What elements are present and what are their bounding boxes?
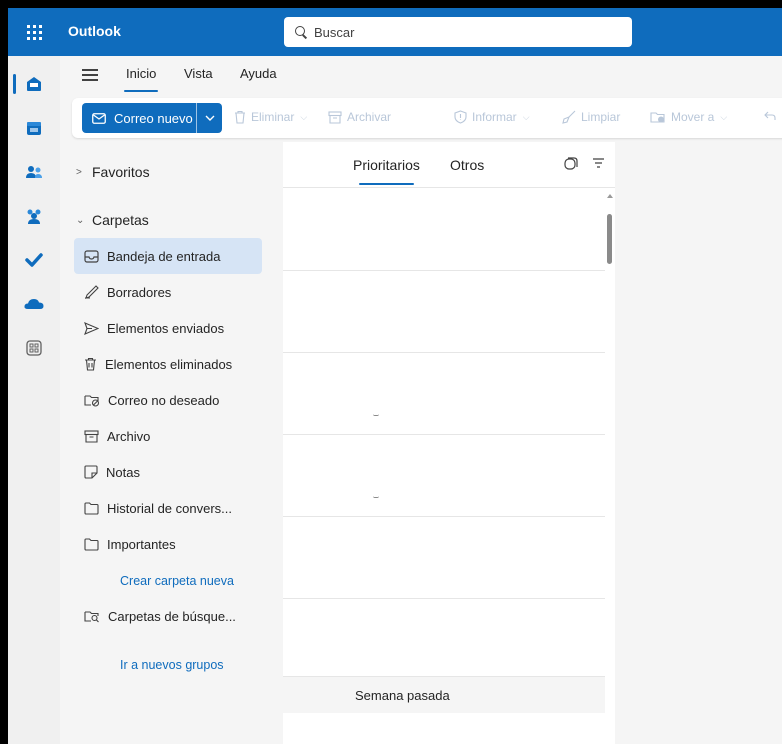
rail-people[interactable] bbox=[8, 152, 60, 192]
app-launcher-button[interactable] bbox=[8, 8, 60, 56]
outlook-window: Outlook Buscar Inicio Vista Ayuda Correo… bbox=[8, 8, 782, 744]
tab-otros[interactable]: Otros bbox=[450, 157, 484, 173]
delete-button[interactable]: Eliminar ⌵ bbox=[234, 110, 307, 124]
trash-icon bbox=[235, 110, 245, 124]
folder-search-folders[interactable]: Carpetas de búsque... bbox=[74, 598, 262, 634]
app-rail bbox=[8, 56, 60, 744]
chevron-down-icon: ⌵ bbox=[720, 111, 728, 122]
filter-icon[interactable] bbox=[592, 157, 605, 169]
onedrive-icon bbox=[24, 299, 44, 309]
list-item[interactable] bbox=[283, 713, 605, 744]
rail-onedrive[interactable] bbox=[8, 284, 60, 324]
list-item[interactable] bbox=[283, 600, 605, 677]
app-title[interactable]: Outlook bbox=[68, 23, 121, 39]
reading-pane bbox=[615, 142, 782, 744]
new-mail-main[interactable]: Correo nuevo bbox=[82, 103, 196, 133]
archive-icon bbox=[84, 429, 99, 443]
search-box[interactable] bbox=[284, 17, 632, 47]
message-list-header: Prioritarios Otros bbox=[283, 142, 615, 188]
folder-importantes[interactable]: Importantes bbox=[74, 526, 262, 562]
hamburger-icon[interactable] bbox=[82, 69, 98, 81]
rail-more-apps[interactable] bbox=[8, 328, 60, 368]
mail-icon bbox=[27, 77, 41, 91]
list-item[interactable] bbox=[283, 436, 605, 517]
archive-button[interactable]: Archivar bbox=[328, 110, 391, 124]
sweep-button[interactable]: Limpiar bbox=[562, 110, 620, 124]
notes-icon bbox=[84, 465, 98, 479]
new-mail-dropdown[interactable] bbox=[196, 103, 222, 133]
folder-conversation-history[interactable]: Historial de convers... bbox=[74, 490, 262, 526]
list-item[interactable] bbox=[283, 190, 605, 271]
folder-pane: > Favoritos ⌄ Carpetas Bandeja de entrad… bbox=[60, 142, 282, 744]
undo-icon bbox=[764, 111, 776, 120]
chevron-right-icon: > bbox=[76, 166, 82, 178]
shield-icon bbox=[454, 110, 467, 124]
folder-notes[interactable]: Notas bbox=[74, 454, 262, 490]
create-folder-link[interactable]: Crear carpeta nueva bbox=[120, 574, 234, 588]
trash-icon bbox=[85, 357, 96, 371]
inbox-icon bbox=[84, 249, 99, 263]
move-button[interactable]: Mover a ⌵ bbox=[650, 110, 727, 124]
favorites-group[interactable]: > Favoritos bbox=[76, 164, 150, 180]
calendar-icon bbox=[27, 122, 41, 135]
header-bar: Outlook bbox=[8, 8, 782, 56]
broom-icon bbox=[562, 110, 576, 124]
drafts-icon bbox=[85, 285, 99, 299]
search-icon bbox=[294, 25, 308, 39]
todo-icon bbox=[25, 253, 43, 267]
search-folder-icon bbox=[84, 610, 99, 622]
tab-inicio[interactable]: Inicio bbox=[123, 66, 159, 92]
ribbon-toolbar: Correo nuevo Eliminar ⌵ Archivar Informa… bbox=[60, 94, 782, 142]
rail-calendar[interactable] bbox=[8, 108, 60, 148]
report-button[interactable]: Informar ⌵ bbox=[454, 110, 530, 124]
folder-archive[interactable]: Archivo bbox=[74, 418, 262, 454]
ribbon-tabs: Inicio Vista Ayuda bbox=[60, 56, 782, 94]
scroll-thumb[interactable] bbox=[607, 214, 612, 264]
junk-icon bbox=[84, 394, 100, 407]
list-item[interactable] bbox=[283, 518, 605, 599]
new-groups-link[interactable]: Ir a nuevos grupos bbox=[120, 658, 224, 672]
scroll-up-icon[interactable] bbox=[607, 194, 613, 198]
chevron-down-icon bbox=[205, 115, 214, 121]
chevron-down-icon: ⌵ bbox=[300, 111, 308, 122]
tab-prioritarios[interactable]: Prioritarios bbox=[353, 157, 420, 185]
search-input[interactable] bbox=[314, 24, 614, 40]
select-icon[interactable] bbox=[564, 157, 578, 171]
tab-vista[interactable]: Vista bbox=[184, 66, 213, 81]
folder-sent[interactable]: Elementos enviados bbox=[74, 310, 262, 346]
chevron-down-icon: ⌵ bbox=[522, 111, 530, 122]
toolbar-surface: Correo nuevo Eliminar ⌵ Archivar Informa… bbox=[72, 98, 782, 138]
sent-icon bbox=[84, 321, 99, 335]
list-item[interactable] bbox=[283, 272, 605, 353]
waffle-icon bbox=[26, 24, 42, 40]
folder-move-icon bbox=[650, 111, 665, 123]
rail-todo[interactable] bbox=[8, 240, 60, 280]
groups-icon bbox=[27, 209, 41, 224]
mark bbox=[373, 496, 379, 498]
list-item[interactable] bbox=[283, 354, 605, 435]
rail-mail[interactable] bbox=[8, 64, 60, 104]
folder-deleted[interactable]: Elementos eliminados bbox=[74, 346, 262, 382]
undo-button[interactable] bbox=[764, 110, 781, 122]
chevron-down-icon: ⌄ bbox=[76, 214, 85, 226]
more-apps-icon bbox=[26, 340, 42, 356]
envelope-icon bbox=[92, 112, 106, 124]
archive-icon bbox=[328, 110, 342, 124]
people-icon bbox=[26, 166, 42, 178]
message-list: Prioritarios Otros Semana pasada bbox=[283, 142, 615, 744]
tab-ayuda[interactable]: Ayuda bbox=[240, 66, 277, 81]
folder-inbox[interactable]: Bandeja de entrada bbox=[74, 238, 262, 274]
scrollbar[interactable] bbox=[605, 190, 615, 680]
folder-drafts[interactable]: Borradores bbox=[74, 274, 262, 310]
mark bbox=[373, 414, 379, 416]
new-mail-button[interactable]: Correo nuevo bbox=[82, 103, 222, 133]
new-mail-label: Correo nuevo bbox=[114, 110, 193, 126]
folders-group[interactable]: ⌄ Carpetas bbox=[76, 212, 149, 228]
folder-icon bbox=[84, 501, 99, 515]
folder-icon bbox=[84, 537, 99, 551]
section-header-last-week: Semana pasada bbox=[283, 677, 605, 713]
folder-junk[interactable]: Correo no deseado bbox=[74, 382, 262, 418]
rail-groups[interactable] bbox=[8, 196, 60, 236]
